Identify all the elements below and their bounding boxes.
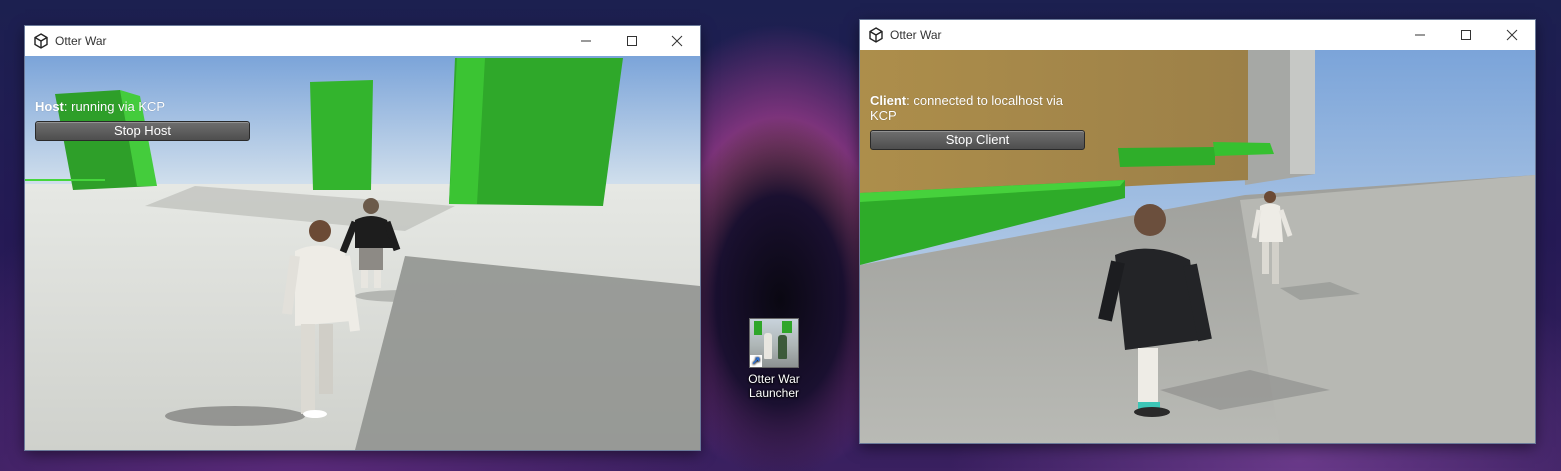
client-status-role: Client	[870, 93, 907, 108]
host-status-detail: : running via KCP	[63, 99, 166, 114]
client-maximize-button[interactable]	[1443, 20, 1489, 50]
host-window-title: Otter War	[55, 34, 107, 48]
host-game-viewport[interactable]: Host: running via KCP Stop Host	[25, 56, 700, 450]
host-status-role: Host	[35, 99, 64, 114]
launcher-thumbnail-icon: ↗	[749, 318, 799, 368]
maximize-icon	[1461, 30, 1471, 40]
client-titlebar[interactable]: Otter War	[860, 20, 1535, 50]
stop-client-button[interactable]: Stop Client	[870, 130, 1085, 150]
host-game-scene	[25, 56, 700, 450]
host-maximize-button[interactable]	[609, 26, 655, 56]
close-icon	[671, 35, 683, 47]
client-minimize-button[interactable]	[1397, 20, 1443, 50]
client-close-button[interactable]	[1489, 20, 1535, 50]
unity-logo-icon	[869, 27, 883, 43]
minimize-icon	[581, 40, 591, 42]
unity-logo-icon	[34, 33, 48, 49]
host-titlebar[interactable]: Otter War	[25, 26, 700, 56]
minimize-icon	[1415, 34, 1425, 36]
client-game-viewport[interactable]: Client: connected to localhost via KCP S…	[860, 50, 1535, 443]
close-icon	[1506, 29, 1518, 41]
stop-host-button[interactable]: Stop Host	[35, 121, 250, 141]
host-minimize-button[interactable]	[563, 26, 609, 56]
desktop-shortcut-label: Otter War Launcher	[748, 372, 800, 400]
desktop-shortcut-otter-war-launcher[interactable]: ↗ Otter War Launcher	[740, 318, 808, 400]
host-close-button[interactable]	[654, 26, 700, 56]
host-window: Otter War Host: running via KCP Stop Hos…	[25, 26, 700, 450]
maximize-icon	[627, 36, 637, 46]
client-window-title: Otter War	[890, 28, 942, 42]
host-status-text: Host: running via KCP	[35, 99, 165, 114]
client-status-text: Client: connected to localhost via KCP	[870, 93, 1085, 123]
client-window: Otter War Client: connected to localhost…	[860, 20, 1535, 443]
shortcut-arrow-icon: ↗	[750, 355, 762, 367]
